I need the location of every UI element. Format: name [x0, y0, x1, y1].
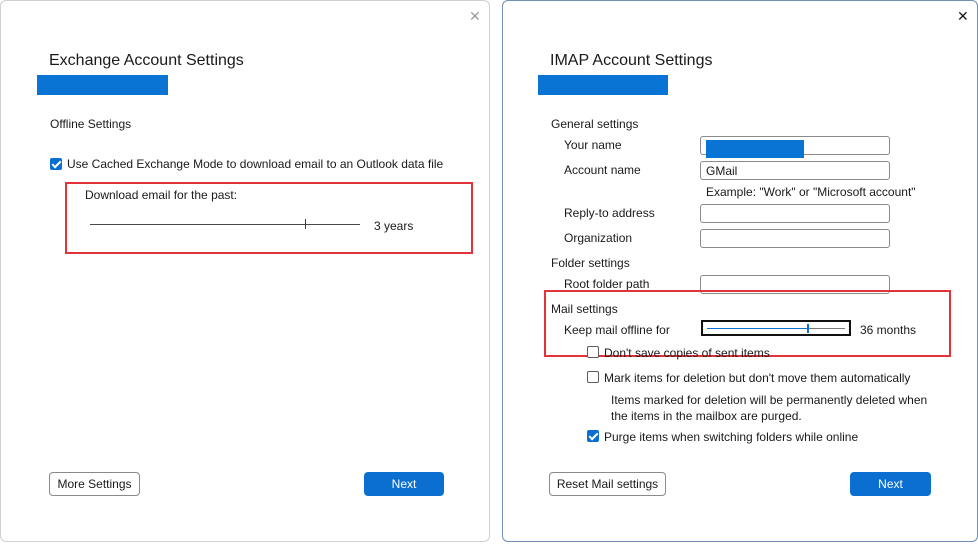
keep-offline-value: 36 months: [860, 323, 917, 337]
next-button[interactable]: Next: [364, 472, 444, 496]
dont-save-checkbox[interactable]: [587, 346, 599, 358]
slider-track: [807, 328, 845, 329]
download-value: 3 years: [374, 219, 414, 233]
download-label: Download email for the past:: [85, 188, 238, 202]
next-button[interactable]: Next: [850, 472, 931, 496]
mark-deletion-label: Mark items for deletion but don't move t…: [604, 371, 911, 385]
keep-offline-label: Keep mail offline for: [564, 323, 670, 337]
general-settings-heading: General settings: [551, 117, 639, 131]
imap-settings-dialog: ✕ IMAP Account Settings General settings…: [502, 0, 978, 542]
close-icon[interactable]: ✕: [957, 9, 969, 23]
redacted-block: [538, 75, 668, 95]
account-name-label: Account name: [564, 163, 641, 177]
deletion-note-line1: Items marked for deletion will be perman…: [611, 393, 928, 407]
dont-save-label: Don't save copies of sent items: [604, 346, 770, 360]
reply-to-label: Reply-to address: [564, 206, 655, 220]
reset-mail-settings-button[interactable]: Reset Mail settings: [549, 472, 666, 496]
close-icon[interactable]: ✕: [469, 9, 481, 23]
mark-deletion-checkbox[interactable]: [587, 371, 599, 383]
your-name-label: Your name: [564, 138, 622, 152]
keep-offline-slider[interactable]: [701, 320, 851, 336]
cached-mode-label: Use Cached Exchange Mode to download ema…: [67, 157, 444, 171]
account-name-example: Example: "Work" or "Microsoft account": [706, 185, 916, 199]
redacted-block: [37, 75, 168, 95]
organization-input[interactable]: [700, 229, 890, 248]
root-folder-label: Root folder path: [564, 277, 650, 291]
redacted-name: [706, 140, 804, 158]
account-name-input[interactable]: GMail: [700, 161, 890, 180]
deletion-note-line2: the items in the mailbox are purged.: [611, 409, 802, 423]
more-settings-button[interactable]: More Settings: [49, 472, 140, 496]
checkmark-icon: [588, 430, 599, 441]
folder-settings-heading: Folder settings: [551, 256, 630, 270]
cached-mode-checkbox[interactable]: [50, 158, 62, 170]
dialog-title: Exchange Account Settings: [49, 52, 244, 69]
checkmark-icon: [51, 158, 62, 169]
offline-settings-heading: Offline Settings: [50, 117, 132, 131]
download-slider[interactable]: [90, 224, 360, 225]
exchange-settings-dialog: ✕ Exchange Account Settings Offline Sett…: [0, 0, 490, 542]
purge-checkbox[interactable]: [587, 430, 599, 442]
purge-label: Purge items when switching folders while…: [604, 430, 859, 444]
download-slider-thumb[interactable]: [305, 219, 306, 229]
mail-settings-heading: Mail settings: [551, 302, 618, 316]
reply-to-input[interactable]: [700, 204, 890, 223]
slider-thumb[interactable]: [807, 324, 809, 333]
slider-fill: [707, 328, 807, 329]
dialog-title: IMAP Account Settings: [550, 52, 713, 69]
organization-label: Organization: [564, 231, 633, 245]
